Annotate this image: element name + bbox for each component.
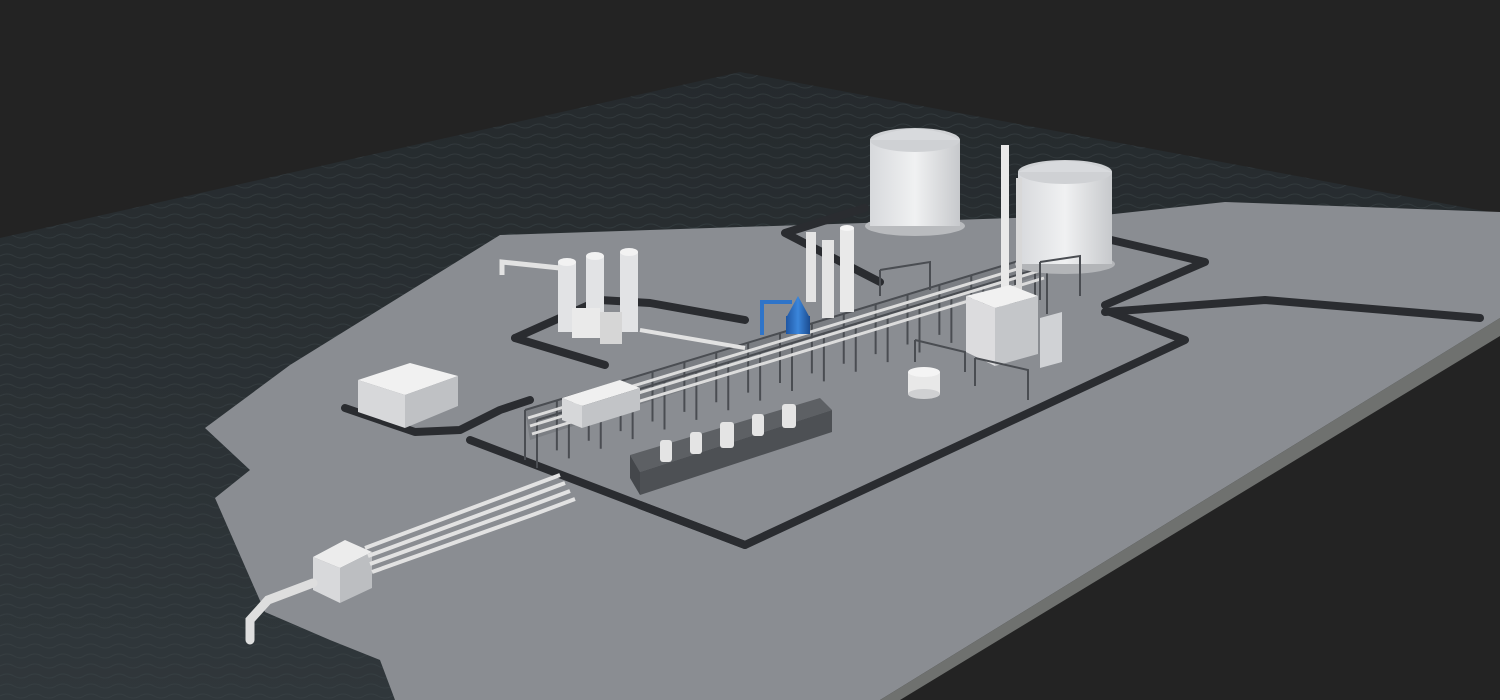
storage-tank-1 bbox=[865, 128, 965, 236]
storage-tank-2 bbox=[1015, 160, 1115, 274]
flare-stack-1 bbox=[1001, 145, 1009, 310]
small-tank bbox=[908, 367, 940, 399]
flare-stack-2 bbox=[1016, 178, 1022, 298]
industrial-plant-render bbox=[0, 0, 1500, 700]
